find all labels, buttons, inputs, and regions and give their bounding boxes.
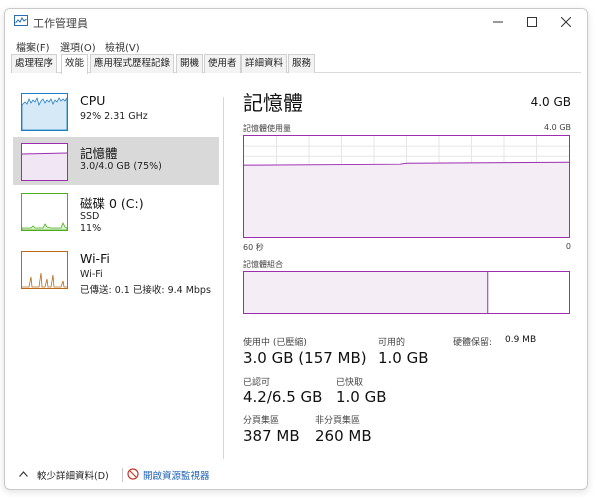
sidebar-item-cpu[interactable]: CPU 92% 2.31 GHz bbox=[13, 87, 219, 135]
minimize-icon bbox=[493, 21, 503, 23]
hardware-reserved-value: 0.9 MB bbox=[505, 335, 537, 345]
maximize-button[interactable] bbox=[517, 11, 547, 33]
title-bar: 工作管理員 bbox=[5, 9, 587, 35]
cpu-thumbnail-graph bbox=[21, 93, 68, 131]
open-resource-monitor-link[interactable]: 開啟資源監視器 bbox=[127, 465, 227, 483]
committed-value: 4.2/6.5 GB bbox=[243, 388, 323, 406]
sidebar-divider bbox=[223, 97, 224, 459]
sidebar-memory-title: 記憶體 bbox=[80, 146, 118, 161]
time-axis-right-label: 0 bbox=[565, 242, 571, 251]
nonpaged-pool-label: 非分頁集區 bbox=[315, 416, 361, 426]
memory-composition-label: 記憶體組合 bbox=[243, 260, 283, 269]
cached-value: 1.0 GB bbox=[336, 388, 387, 406]
committed-label: 已認可 bbox=[243, 378, 271, 388]
memory-thumbnail-graph bbox=[21, 143, 68, 181]
task-manager-app-icon bbox=[14, 15, 28, 26]
paged-pool-value: 387 MB bbox=[243, 427, 300, 445]
maximize-icon bbox=[527, 17, 537, 27]
sidebar-disk-title: 磁碟 0 (C:) bbox=[80, 196, 144, 211]
minimize-button[interactable] bbox=[483, 11, 513, 33]
hardware-reserved-label: 硬體保留: bbox=[453, 338, 493, 348]
tab-processes[interactable]: 處理程序 bbox=[11, 54, 58, 73]
paged-pool-label: 分頁集區 bbox=[243, 416, 280, 426]
memory-usage-graph bbox=[243, 135, 570, 238]
sidebar-item-wifi[interactable]: Wi-Fi Wi-Fi 已傳送: 0.1 已接收: 9.4 Mbps bbox=[13, 245, 219, 296]
tab-details[interactable]: 詳細資料 bbox=[241, 54, 288, 73]
open-resource-monitor-label: 開啟資源監視器 bbox=[143, 471, 210, 482]
sidebar-disk-type: SSD bbox=[80, 211, 100, 222]
sidebar-wifi-throughput: 已傳送: 0.1 已接收: 9.4 Mbps bbox=[80, 285, 211, 296]
composition-in-use-segment bbox=[244, 272, 488, 313]
sidebar-item-memory[interactable]: 記憶體 3.0/4.0 GB (75%) bbox=[13, 137, 219, 185]
available-label: 可用的 bbox=[378, 338, 406, 348]
page-title: 記憶體 bbox=[243, 91, 303, 115]
cached-label: 已快取 bbox=[336, 378, 364, 388]
sidebar-disk-usage: 11% bbox=[80, 223, 102, 234]
footer-separator bbox=[122, 468, 123, 482]
fewer-details-label: 較少詳細資料(D) bbox=[37, 471, 109, 482]
tab-services[interactable]: 服務 bbox=[288, 54, 316, 73]
tab-startup[interactable]: 開機 bbox=[176, 54, 204, 73]
in-use-value: 3.0 GB (157 MB) bbox=[243, 349, 367, 367]
sidebar-wifi-adapter: Wi-Fi bbox=[80, 269, 103, 280]
nonpaged-pool-value: 260 MB bbox=[315, 427, 372, 445]
performance-sidebar: CPU 92% 2.31 GHz 記憶體 3.0/4.0 GB (75%) 磁碟… bbox=[13, 87, 219, 455]
sidebar-wifi-title: Wi-Fi bbox=[80, 251, 110, 266]
time-axis-left-label: 60 秒 bbox=[243, 243, 264, 252]
menu-bar: 檔案(F) 選項(O) 檢視(V) bbox=[5, 37, 587, 55]
fewer-details-button[interactable]: 較少詳細資料(D) bbox=[19, 465, 119, 483]
close-icon bbox=[561, 17, 571, 27]
in-use-label: 使用中 (已壓縮) bbox=[243, 338, 307, 348]
menu-file[interactable]: 檔案(F) bbox=[16, 39, 50, 54]
tab-bar: 處理程序 效能 應用程式歷程記錄 開機 使用者 詳細資料 服務 bbox=[11, 54, 581, 74]
footer-bar: 較少詳細資料(D) 開啟資源監視器 bbox=[5, 461, 587, 487]
resource-monitor-icon bbox=[127, 468, 139, 480]
memory-capacity: 4.0 GB bbox=[530, 95, 571, 109]
memory-usage-label: 記憶體使用量 bbox=[243, 124, 291, 133]
memory-composition-bar bbox=[243, 271, 570, 314]
menu-options[interactable]: 選項(O) bbox=[60, 39, 96, 54]
memory-usage-max: 4.0 GB bbox=[544, 123, 571, 132]
sidebar-memory-usage: 3.0/4.0 GB (75%) bbox=[80, 161, 162, 172]
memory-detail-panel: 記憶體 4.0 GB 記憶體使用量 4.0 GB 60 秒 0 記憶體組合 使用… bbox=[241, 87, 573, 457]
close-button[interactable] bbox=[551, 11, 581, 33]
chevron-up-icon bbox=[19, 471, 28, 477]
sidebar-cpu-title: CPU bbox=[80, 93, 106, 108]
memory-usage-series-area bbox=[244, 162, 569, 237]
task-manager-window: 工作管理員 檔案(F) 選項(O) 檢視(V) 處理程序 效能 應用程式歷程記錄… bbox=[4, 8, 588, 490]
sidebar-cpu-usage: 92% 2.31 GHz bbox=[80, 111, 148, 122]
menu-view[interactable]: 檢視(V) bbox=[105, 39, 140, 54]
window-title: 工作管理員 bbox=[33, 17, 88, 30]
sidebar-item-disk[interactable]: 磁碟 0 (C:) SSD 11% bbox=[13, 187, 219, 235]
tab-users[interactable]: 使用者 bbox=[204, 54, 241, 73]
tab-performance[interactable]: 效能 bbox=[61, 54, 89, 74]
wifi-thumbnail-graph bbox=[21, 251, 68, 289]
tab-app-history[interactable]: 應用程式歷程記錄 bbox=[90, 54, 175, 73]
disk-thumbnail-graph bbox=[21, 193, 68, 231]
available-value: 1.0 GB bbox=[378, 349, 429, 367]
